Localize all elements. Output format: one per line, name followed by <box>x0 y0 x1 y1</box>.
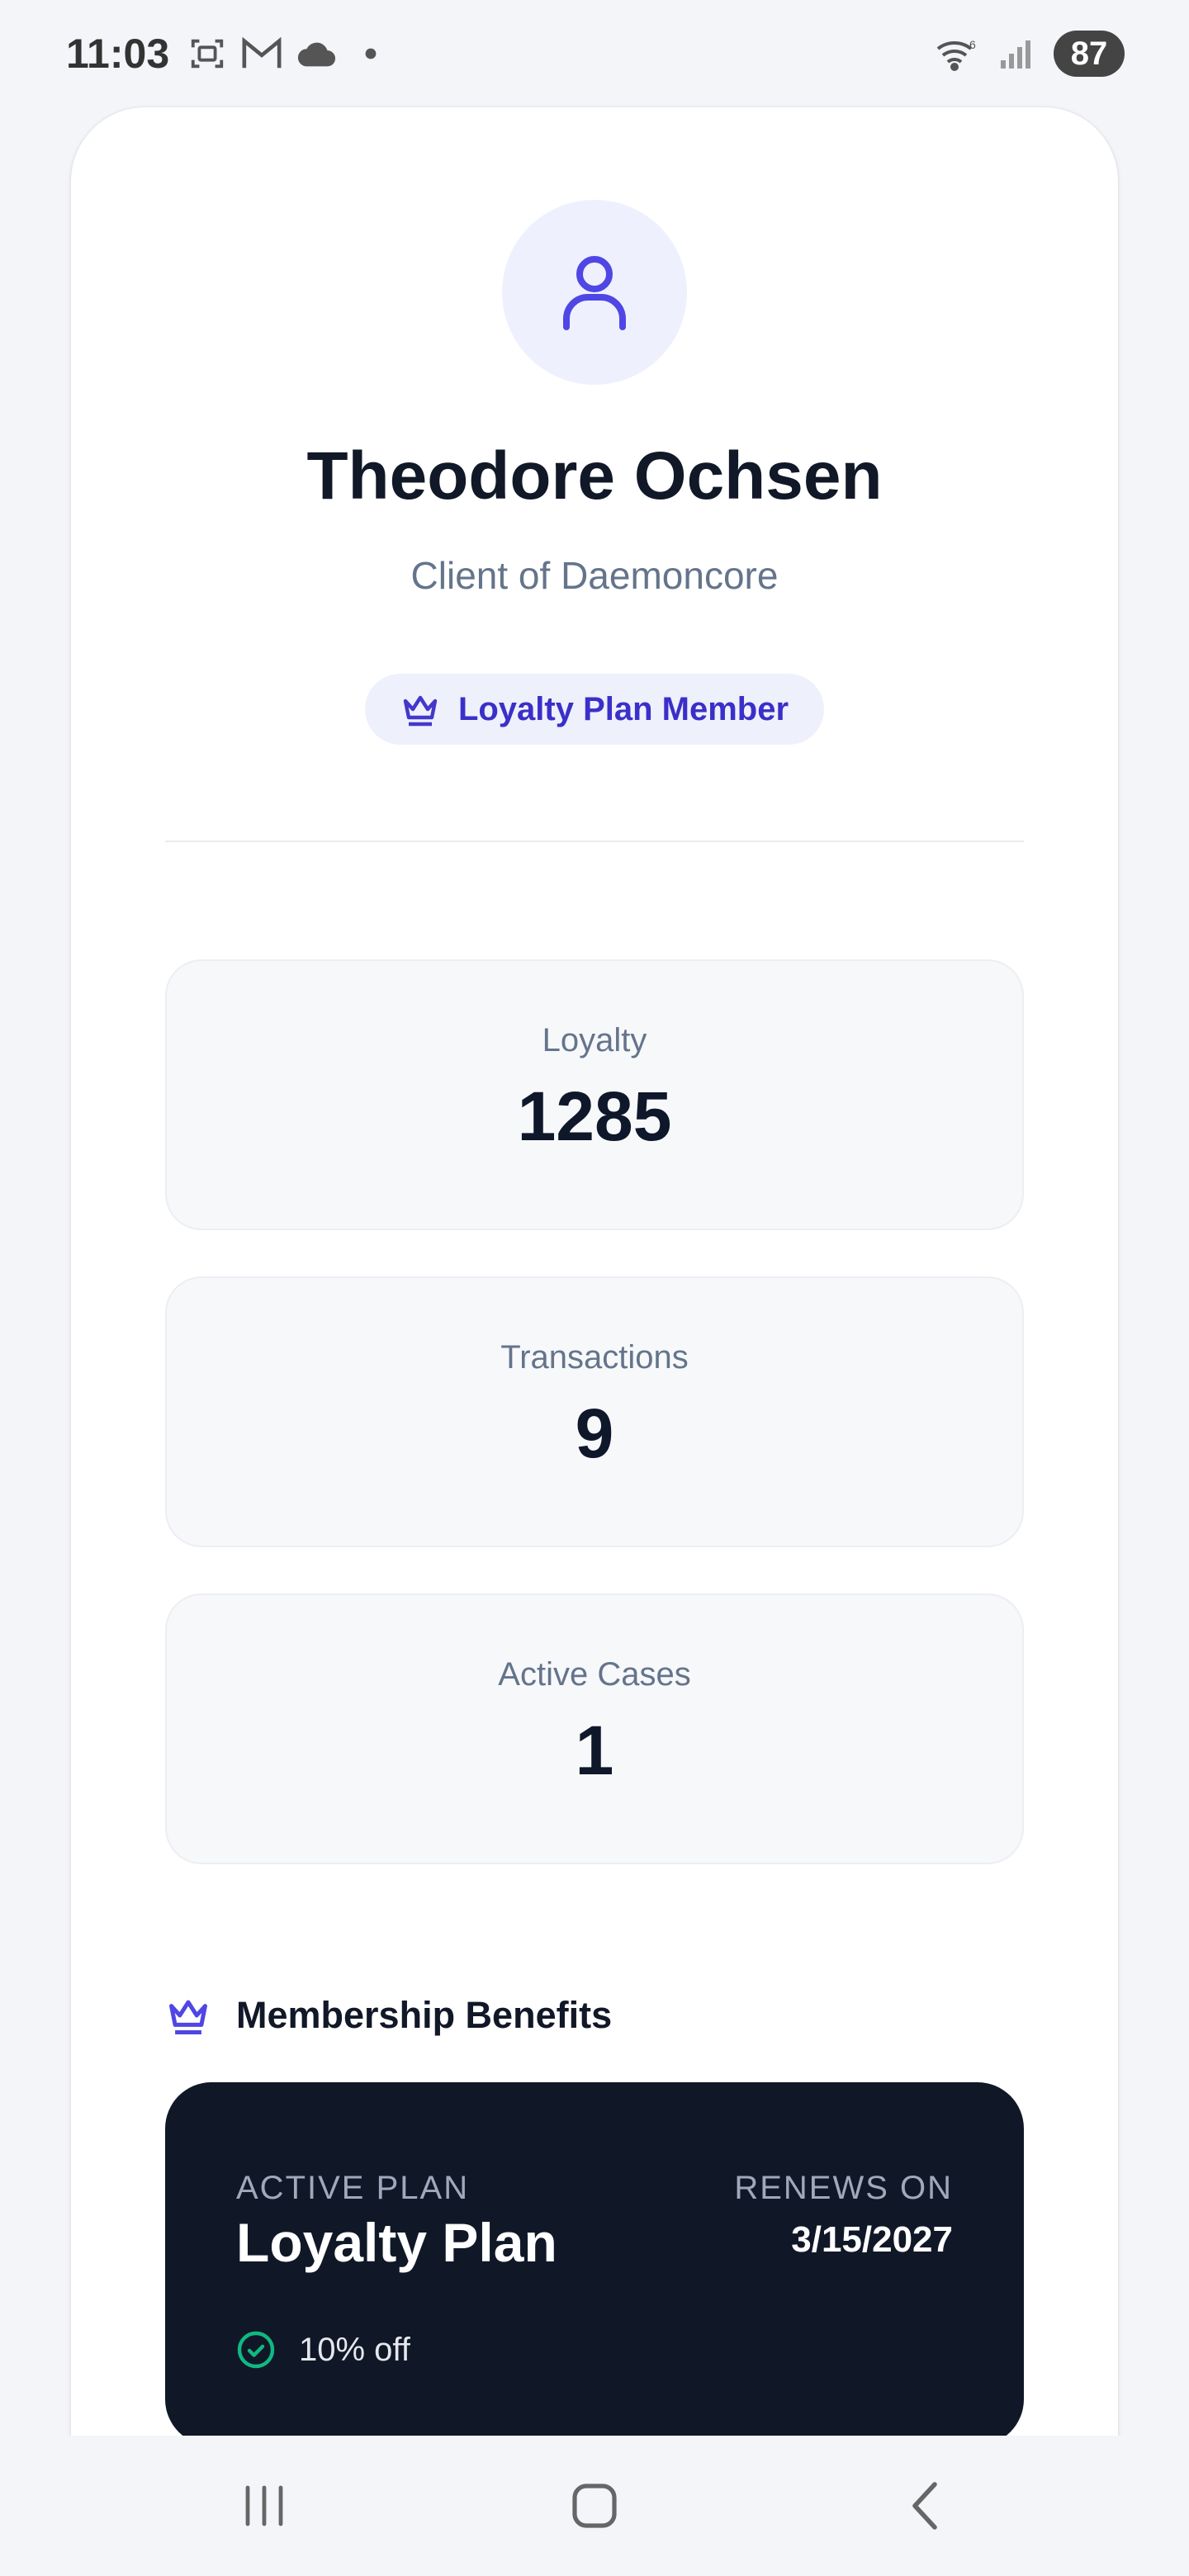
cloud-icon <box>295 32 338 75</box>
renews-date: 3/15/2027 <box>791 2219 953 2260</box>
check-circle-icon <box>237 2331 275 2369</box>
battery-indicator: 87 <box>1054 31 1125 77</box>
svg-text:6: 6 <box>969 38 976 51</box>
crown-icon <box>169 2000 207 2034</box>
stat-label: Active Cases <box>498 1656 691 1693</box>
stat-card-active-cases: Active Cases 1 <box>165 1593 1024 1864</box>
signal-icon <box>994 32 1037 75</box>
recents-button[interactable] <box>206 2465 322 2547</box>
section-title: Membership Benefits <box>236 1994 613 2036</box>
status-left: 11:03 <box>66 30 392 78</box>
membership-benefits-header: Membership Benefits <box>165 1986 612 2044</box>
recents-icon <box>245 2485 283 2526</box>
stat-value: 1 <box>575 1712 614 1789</box>
status-right: 6 87 <box>935 31 1125 77</box>
membership-badge: Loyalty Plan Member <box>365 674 824 745</box>
divider <box>165 841 1024 842</box>
stat-value: 1285 <box>517 1077 672 1155</box>
gmail-icon <box>240 32 283 75</box>
stat-value: 9 <box>575 1395 614 1472</box>
dot-icon <box>349 32 392 75</box>
home-icon <box>572 2484 617 2528</box>
back-icon <box>912 2482 937 2530</box>
home-button[interactable] <box>537 2465 652 2547</box>
back-button[interactable] <box>867 2465 983 2547</box>
crown-icon <box>403 695 438 727</box>
active-plan-card[interactable]: ACTIVE PLAN Loyalty Plan RENEWS ON 3/15/… <box>165 2082 1024 2446</box>
profile-card: Theodore Ochsen Client of Daemoncore Loy… <box>71 107 1118 2502</box>
wifi-icon: 6 <box>935 32 978 75</box>
active-plan-label: ACTIVE PLAN <box>236 2170 470 2206</box>
notification-icons <box>186 32 392 75</box>
stat-label: Loyalty <box>542 1022 647 1058</box>
system-nav-bar <box>0 2436 1189 2576</box>
benefit-label: 10% off <box>299 2331 410 2368</box>
stat-card-loyalty: Loyalty 1285 <box>165 959 1024 1230</box>
badge-label: Loyalty Plan Member <box>457 690 789 727</box>
user-icon <box>563 256 626 330</box>
renews-label: RENEWS ON <box>734 2170 953 2206</box>
status-bar: 11:03 6 87 <box>0 0 1189 107</box>
benefit-item: 10% off <box>236 2327 410 2373</box>
plan-name: Loyalty Plan <box>236 2212 557 2273</box>
status-time: 11:03 <box>66 31 170 77</box>
stat-label: Transactions <box>500 1339 689 1376</box>
profile-name: Theodore Ochsen <box>306 438 883 514</box>
avatar <box>502 200 687 385</box>
stat-card-transactions: Transactions 9 <box>165 1276 1024 1547</box>
profile-subtitle: Client of Daemoncore <box>410 554 779 597</box>
screenshot-icon <box>186 32 229 75</box>
